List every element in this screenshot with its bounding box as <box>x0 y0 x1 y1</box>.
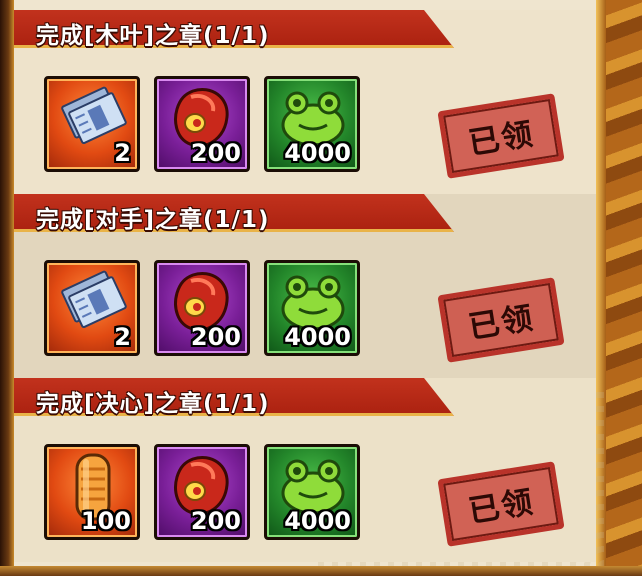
claimed-stamp-text: 已领 <box>466 484 537 530</box>
quest-row: 完成[决心]之章(1/1) 100 200 4000 已领 <box>14 378 596 562</box>
quest-row: 完成[木叶]之章(1/1) 2 200 4000 已领 <box>14 10 596 194</box>
reward-quantity: 2 <box>114 139 131 167</box>
reward-item-frog-purse[interactable]: 4000 <box>264 76 360 172</box>
frame-bottom <box>0 566 642 576</box>
claimed-stamp-text: 已领 <box>466 116 537 162</box>
reward-item-meat[interactable]: 200 <box>154 444 250 540</box>
quest-row: 完成[对手]之章(1/1) 2 200 4000 已领 <box>14 194 596 378</box>
quest-reward-panel: 完成[木叶]之章(1/1) 2 200 4000 已领 完成[对手]之章(1/1… <box>14 0 604 566</box>
reward-item-ticket[interactable]: 2 <box>44 76 140 172</box>
quest-title: 完成[对手]之章(1/1) <box>36 207 270 233</box>
claimed-stamp-text: 已领 <box>466 300 537 346</box>
reward-item-meat[interactable]: 200 <box>154 260 250 356</box>
reward-item-frog-purse[interactable]: 4000 <box>264 444 360 540</box>
reward-item-scroll-roll[interactable]: 100 <box>44 444 140 540</box>
reward-item-ticket[interactable]: 2 <box>44 260 140 356</box>
frame-left <box>0 0 14 576</box>
claimed-stamp: 已领 <box>437 277 565 363</box>
reward-quantity: 4000 <box>284 323 351 351</box>
claimed-stamp: 已领 <box>437 461 565 547</box>
quest-title: 完成[木叶]之章(1/1) <box>36 23 270 49</box>
reward-quantity: 4000 <box>284 507 351 535</box>
reward-quantity: 4000 <box>284 139 351 167</box>
reward-quantity: 200 <box>190 507 241 535</box>
reward-quantity: 200 <box>190 323 241 351</box>
reward-item-frog-purse[interactable]: 4000 <box>264 260 360 356</box>
claimed-stamp: 已领 <box>437 93 565 179</box>
reward-quantity: 100 <box>80 507 131 535</box>
reward-item-meat[interactable]: 200 <box>154 76 250 172</box>
reward-quantity: 200 <box>190 139 241 167</box>
reward-quantity: 2 <box>114 323 131 351</box>
quest-title: 完成[决心]之章(1/1) <box>36 391 270 417</box>
